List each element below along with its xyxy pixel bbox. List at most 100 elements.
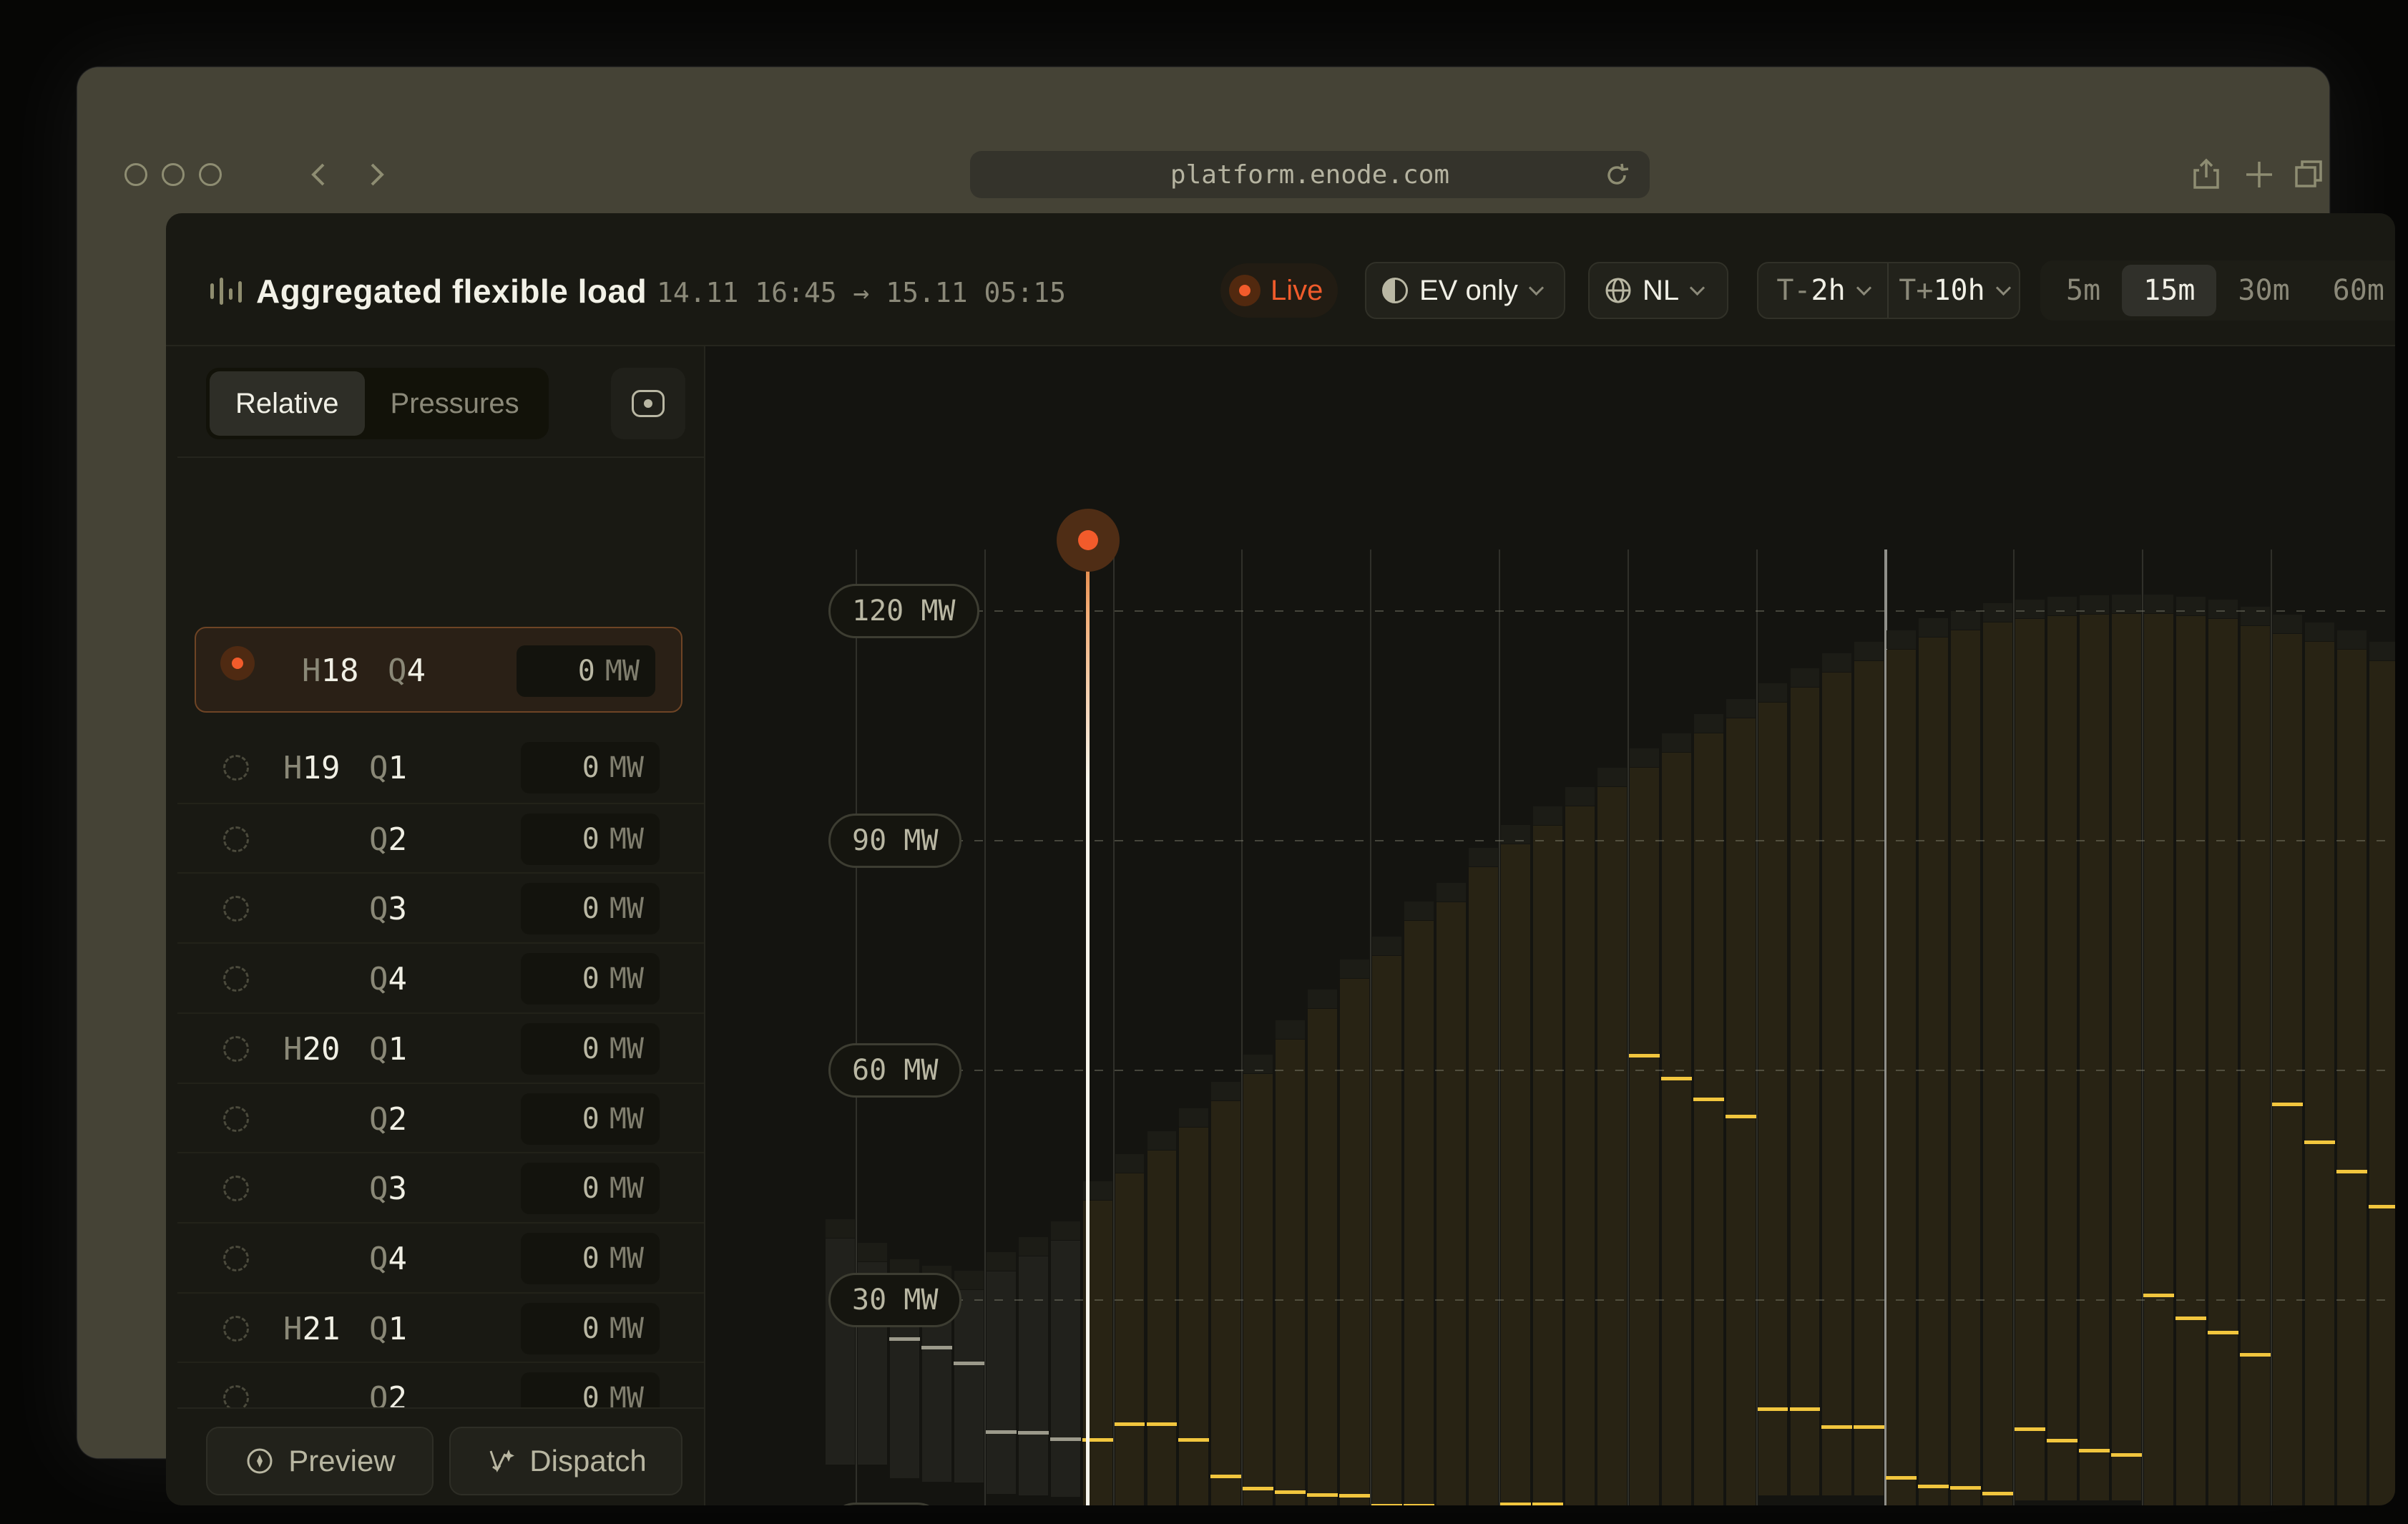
slot-row[interactable]: Q20MW [177,1362,704,1408]
slot-row[interactable]: H19Q10MW [177,733,704,803]
radio-unselected-icon[interactable] [223,1246,249,1271]
load-bar-17:45[interactable] [954,1290,984,1483]
load-bar-19:00[interactable] [1115,1173,1145,1505]
horizon-future-dropdown[interactable]: T+10h [1889,263,2019,318]
slot-value-field[interactable]: 0MW [521,814,660,865]
load-bar-22:15[interactable] [1533,826,1562,1505]
slot-value-field[interactable]: 0MW [521,883,660,934]
load-bar-01:30[interactable] [1951,630,1980,1505]
load-bar-22:45[interactable] [1597,787,1627,1505]
radio-unselected-icon[interactable] [223,1106,249,1132]
load-bar-03:45[interactable] [2241,626,2270,1505]
share-button[interactable] [2189,157,2223,192]
slot-row-selected[interactable]: H18Q40MW [195,627,682,713]
new-tab-button[interactable] [2242,157,2276,192]
interval-option-15m[interactable]: 15m [2122,265,2216,316]
load-bar-18:00[interactable] [987,1271,1016,1493]
load-bar-03:00[interactable] [2144,614,2173,1505]
slot-row[interactable]: Q40MW [177,1222,704,1292]
slot-value-field[interactable]: 0MW [521,1023,660,1075]
preview-button[interactable]: Preview [206,1427,434,1495]
load-bar-20:15[interactable] [1276,1040,1305,1505]
radio-unselected-icon[interactable] [223,1385,249,1408]
slot-value-field[interactable]: 0MW [521,742,660,793]
visibility-toggle-button[interactable] [611,368,685,439]
load-bar-02:45[interactable] [2112,614,2141,1500]
slot-row[interactable]: Q30MW [177,872,704,942]
load-bar-21:45[interactable] [1469,867,1498,1505]
traffic-light-close-button[interactable] [124,163,147,186]
slot-row[interactable]: Q20MW [177,1083,704,1153]
load-bar-18:15[interactable] [1019,1256,1048,1495]
radio-unselected-icon[interactable] [223,896,249,922]
tab-pressures[interactable]: Pressures [365,371,545,436]
load-bar-01:45[interactable] [1983,622,2012,1505]
traffic-light-zoom-button[interactable] [199,163,222,186]
load-bar-21:00[interactable] [1372,956,1401,1506]
reload-icon[interactable] [1602,161,1631,190]
slot-value-field[interactable]: 0MW [521,1303,660,1354]
load-bar-04:45[interactable] [2369,661,2395,1505]
radio-unselected-icon[interactable] [223,826,249,852]
interval-option-30m[interactable]: 30m [2216,265,2311,316]
traffic-light-minimize-button[interactable] [162,163,185,186]
load-bar-20:00[interactable] [1243,1074,1273,1505]
fleet-filter-dropdown[interactable]: EV only [1365,262,1565,319]
load-bar-21:30[interactable] [1437,902,1466,1505]
load-bar-23:30[interactable] [1694,733,1723,1505]
load-bar-23:45[interactable] [1726,718,1756,1505]
interval-option-60m[interactable]: 60m [2311,265,2395,316]
back-button[interactable] [305,160,333,189]
region-filter-dropdown[interactable]: NL [1588,262,1728,319]
load-bar-00:00[interactable] [1758,703,1788,1495]
live-badge[interactable]: Live [1220,263,1338,318]
radio-unselected-icon[interactable] [223,755,249,781]
radio-unselected-icon[interactable] [223,1036,249,1062]
load-bar-00:15[interactable] [1791,688,1820,1495]
load-bar-03:30[interactable] [2208,619,2238,1505]
load-bar-22:00[interactable] [1501,844,1530,1505]
radio-unselected-icon[interactable] [223,1176,249,1201]
slot-row[interactable]: H20Q10MW [177,1012,704,1083]
slot-value-field[interactable]: 0MW [521,1372,660,1408]
radio-selected-icon[interactable] [220,646,255,680]
load-bar-22:30[interactable] [1565,806,1595,1505]
load-bar-04:30[interactable] [2337,650,2367,1506]
load-bar-19:30[interactable] [1179,1128,1208,1505]
slot-value-field[interactable]: 0MW [521,1163,660,1214]
load-bar-19:45[interactable] [1211,1101,1240,1505]
load-bar-02:30[interactable] [2080,615,2109,1500]
slot-value-field[interactable]: 0MW [521,1093,660,1145]
load-bar-20:30[interactable] [1308,1009,1337,1505]
load-bar-03:15[interactable] [2176,616,2206,1505]
url-bar[interactable]: platform.enode.com [970,151,1650,198]
load-bar-04:15[interactable] [2305,642,2334,1505]
slot-row[interactable]: Q30MW [177,1152,704,1222]
slot-row[interactable]: Q20MW [177,803,704,873]
tab-overview-button[interactable] [2292,157,2326,192]
slot-value-field[interactable]: 0MW [521,953,660,1005]
load-bar-00:30[interactable] [1822,673,1851,1495]
forward-button[interactable] [362,160,391,189]
load-bar-01:15[interactable] [1919,638,1948,1505]
load-bar-00:45[interactable] [1854,661,1884,1495]
load-bar-23:00[interactable] [1630,768,1659,1505]
interval-option-5m[interactable]: 5m [2045,265,2122,316]
dispatch-button[interactable]: Dispatch [449,1427,682,1495]
load-bar-18:30[interactable] [1051,1241,1080,1497]
slot-value-field[interactable]: 0MW [521,1233,660,1284]
load-bar-19:15[interactable] [1147,1151,1177,1505]
load-bar-21:15[interactable] [1404,921,1434,1505]
load-bar-23:15[interactable] [1662,753,1691,1505]
slot-row[interactable]: H21Q10MW [177,1292,704,1362]
load-bar-02:00[interactable] [2015,619,2045,1501]
load-bar-01:00[interactable] [1886,650,1916,1505]
load-bar-02:15[interactable] [2047,616,2077,1500]
tab-relative[interactable]: Relative [210,371,365,436]
load-bar-20:45[interactable] [1340,979,1369,1505]
radio-unselected-icon[interactable] [223,966,249,992]
slot-row[interactable]: Q40MW [177,942,704,1012]
slot-value-field[interactable]: 0MW [517,645,655,697]
horizon-past-dropdown[interactable]: T-2h [1758,263,1889,318]
radio-unselected-icon[interactable] [223,1316,249,1342]
